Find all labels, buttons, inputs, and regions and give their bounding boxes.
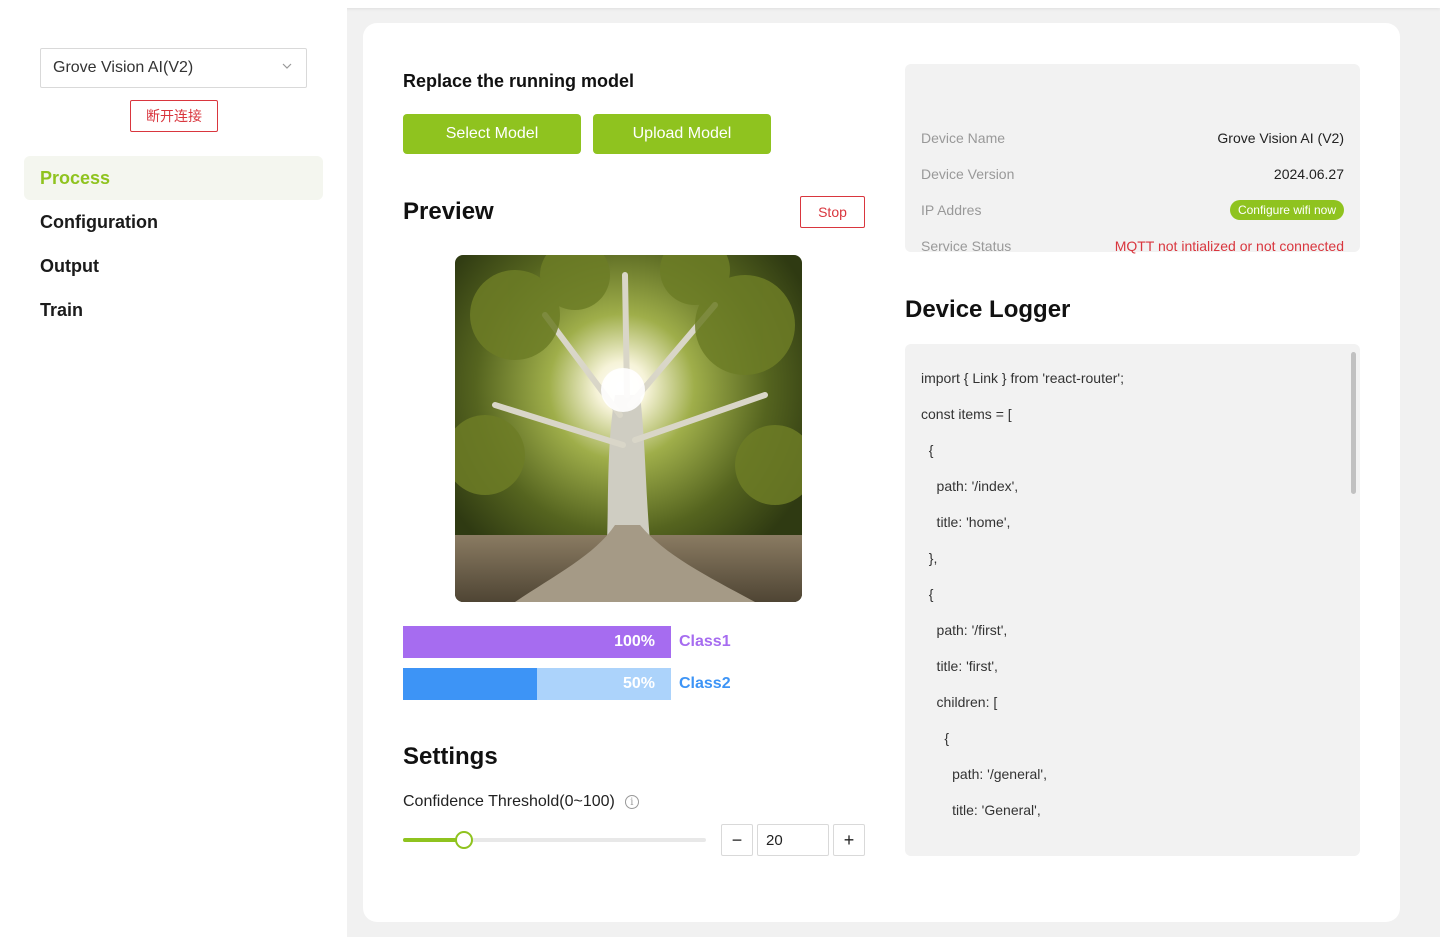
class-percent: 50% xyxy=(622,675,655,692)
confidence-label-text: Confidence Threshold(0~100) xyxy=(403,793,615,810)
device-select[interactable]: Grove Vision AI(V2) xyxy=(40,48,307,88)
class-bar-1: 100% Class1 xyxy=(403,626,803,658)
top-bar xyxy=(0,0,1440,8)
preview-image xyxy=(455,255,802,602)
confidence-slider[interactable] xyxy=(403,828,706,852)
log-line: path: '/index', xyxy=(921,478,1019,494)
service-status-key: Service Status xyxy=(921,238,1012,254)
device-logger[interactable]: import { Link } from 'react-router'; cons… xyxy=(905,344,1360,856)
info-icon[interactable]: i xyxy=(624,795,639,809)
ip-address-row: IP Addres Configure wifi now xyxy=(921,198,1344,222)
device-version-key: Device Version xyxy=(921,166,1015,182)
class-label: Class1 xyxy=(679,633,731,650)
sidebar: Grove Vision AI(V2) 断开连接 Process Configu… xyxy=(0,8,347,937)
device-name-key: Device Name xyxy=(921,130,1006,146)
preview-heading: Preview xyxy=(403,198,494,225)
sidebar-item-process[interactable]: Process xyxy=(24,156,323,200)
stop-button[interactable]: Stop xyxy=(800,196,865,228)
service-status-row: Service Status MQTT not intialized or no… xyxy=(921,234,1344,258)
log-line: path: '/first', xyxy=(921,622,1008,638)
log-line: const items = [ xyxy=(921,406,1012,422)
log-line: title: 'first', xyxy=(921,658,998,674)
log-line: title: 'home', xyxy=(921,514,1011,530)
sidebar-item-configuration[interactable]: Configuration xyxy=(24,200,323,244)
log-line: path: '/general', xyxy=(921,766,1047,782)
class-bar-2: 50% Class2 xyxy=(403,668,803,700)
log-line: { xyxy=(921,442,934,458)
class-percent: 100% xyxy=(614,633,655,650)
sidebar-item-train[interactable]: Train xyxy=(24,288,323,332)
logger-scrollbar[interactable] xyxy=(1351,352,1356,494)
main-card: Replace the running model Select Model U… xyxy=(363,23,1400,922)
log-line: title: 'General', xyxy=(921,802,1041,818)
ip-address-key: IP Addres xyxy=(921,202,982,218)
log-line: { xyxy=(921,730,950,746)
settings-heading: Settings xyxy=(403,743,498,770)
chevron-down-icon xyxy=(282,63,292,69)
sidebar-nav: Process Configuration Output Train xyxy=(24,156,323,332)
confidence-label: Confidence Threshold(0~100) i xyxy=(403,793,639,811)
device-select-value: Grove Vision AI(V2) xyxy=(53,59,194,76)
disconnect-button[interactable]: 断开连接 xyxy=(130,100,218,132)
class-label: Class2 xyxy=(679,675,731,692)
decrement-button[interactable]: − xyxy=(721,824,753,856)
device-info-panel: Device Name Grove Vision AI (V2) Device … xyxy=(905,64,1360,254)
increment-button[interactable]: + xyxy=(833,824,865,856)
log-lines: import { Link } from 'react-router'; cons… xyxy=(921,360,1124,828)
service-status-value: MQTT not intialized or not connected xyxy=(1114,238,1344,254)
log-line: children: [ xyxy=(921,694,998,710)
log-line: { xyxy=(921,586,934,602)
class-bar-track: 100% xyxy=(403,626,671,658)
log-line: import { Link } from 'react-router'; xyxy=(921,370,1124,386)
device-version-value: 2024.06.27 xyxy=(1273,166,1344,182)
upload-model-button[interactable]: Upload Model xyxy=(593,114,771,154)
sidebar-item-output[interactable]: Output xyxy=(24,244,323,288)
device-logger-heading: Device Logger xyxy=(905,296,1071,323)
device-version-row: Device Version 2024.06.27 xyxy=(921,162,1344,186)
class-bar-fill xyxy=(403,668,537,700)
select-model-button[interactable]: Select Model xyxy=(403,114,581,154)
device-name-value: Grove Vision AI (V2) xyxy=(1217,130,1344,146)
log-line: }, xyxy=(921,550,938,566)
confidence-input[interactable] xyxy=(757,824,829,856)
slider-handle[interactable] xyxy=(454,831,473,849)
device-name-row: Device Name Grove Vision AI (V2) xyxy=(921,126,1344,150)
replace-model-heading: Replace the running model xyxy=(403,71,635,91)
class-bar-track: 50% xyxy=(403,668,671,700)
configure-wifi-button[interactable]: Configure wifi now xyxy=(1229,200,1344,220)
